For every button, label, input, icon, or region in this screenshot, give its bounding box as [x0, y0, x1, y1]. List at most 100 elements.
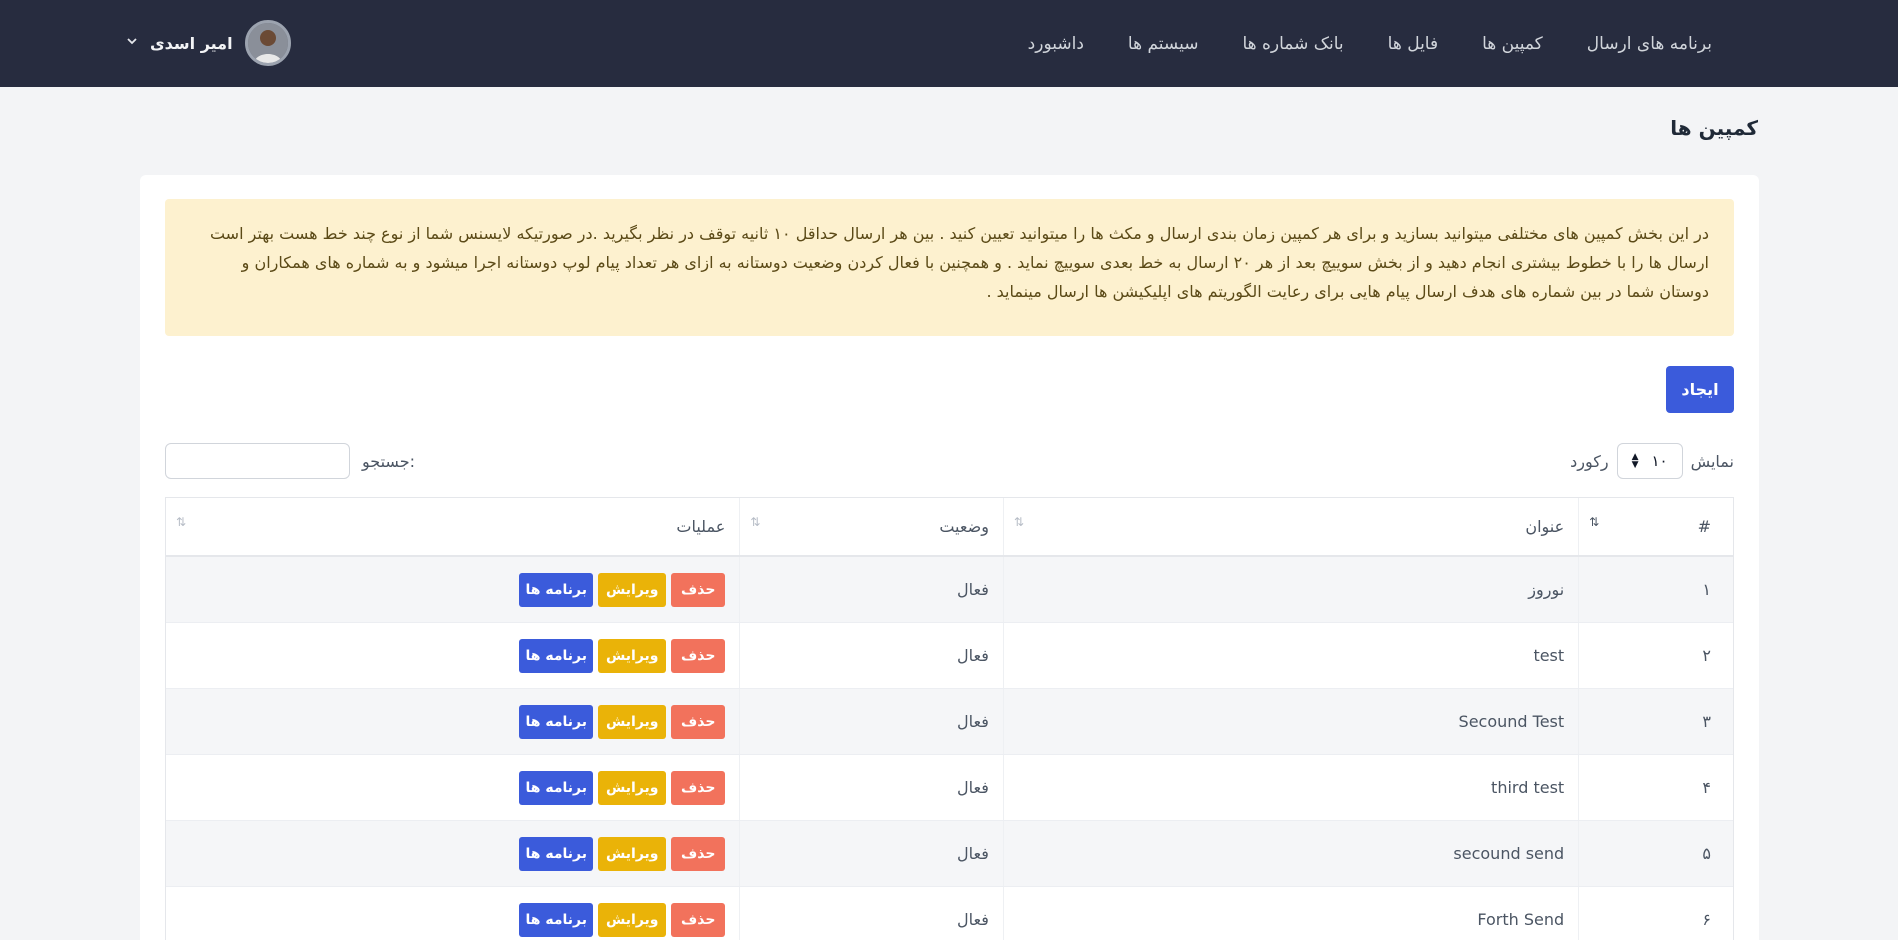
table-body: ۱ نوروز فعال حذف ویرایش برنامه ها ۲ test… — [166, 557, 1733, 940]
row-num: ۳ — [1702, 712, 1711, 731]
table-row: ۶ Forth Send فعال حذف ویرایش برنامه ها — [166, 887, 1733, 940]
header-num-label: # — [1697, 517, 1711, 536]
row-status: فعال — [957, 778, 989, 797]
page-length-control: نمایش ▲ ▼ ۱۰ رکورد — [1570, 443, 1734, 479]
cell-status: فعال — [739, 821, 1003, 886]
delete-button[interactable]: حذف — [671, 638, 726, 673]
cell-status: فعال — [739, 755, 1003, 820]
row-actions: حذف ویرایش برنامه ها — [519, 638, 726, 673]
programs-button[interactable]: برنامه ها — [519, 770, 594, 805]
cell-num: ۶ — [1578, 887, 1733, 940]
cell-status: فعال — [739, 623, 1003, 688]
row-num: ۱ — [1702, 580, 1711, 599]
chevron-down-icon[interactable] — [126, 35, 138, 51]
programs-button[interactable]: برنامه ها — [519, 572, 594, 607]
table-row: ۱ نوروز فعال حذف ویرایش برنامه ها — [166, 557, 1733, 623]
show-label: نمایش — [1690, 451, 1734, 471]
header-title-label: عنوان — [1525, 517, 1565, 536]
row-actions: حذف ویرایش برنامه ها — [519, 770, 726, 805]
programs-button[interactable]: برنامه ها — [519, 638, 594, 673]
nav-send-programs[interactable]: برنامه های ارسال — [1587, 34, 1712, 54]
avatar[interactable] — [244, 20, 291, 66]
page-title: کمپین ها — [1670, 116, 1758, 140]
nav-systems[interactable]: سیستم ها — [1128, 34, 1199, 54]
nav-campaigns[interactable]: کمپین ها — [1482, 34, 1543, 54]
edit-button[interactable]: ویرایش — [598, 704, 667, 739]
header-ops[interactable]: عملیات ⇅ — [166, 498, 739, 555]
cell-ops: حذف ویرایش برنامه ها — [166, 755, 739, 820]
programs-button[interactable]: برنامه ها — [519, 902, 594, 937]
user-name[interactable]: امیر اسدی — [150, 34, 233, 53]
cell-num: ۳ — [1578, 689, 1733, 754]
row-title: نوروز — [1528, 580, 1565, 599]
cell-title: نوروز — [1002, 557, 1578, 622]
info-alert: در این بخش کمپین های مختلفی میتوانید بسا… — [165, 199, 1734, 336]
row-num: ۴ — [1702, 778, 1711, 797]
table-row: ۳ Secound Test فعال حذف ویرایش برنامه ها — [166, 689, 1733, 755]
row-title: Secound Test — [1458, 712, 1565, 731]
nav-number-bank[interactable]: بانک شماره ها — [1242, 34, 1343, 54]
cell-num: ۴ — [1578, 755, 1733, 820]
page-length-value: ۱۰ — [1651, 452, 1668, 470]
programs-button[interactable]: برنامه ها — [519, 704, 594, 739]
page-length-select[interactable]: ▲ ▼ ۱۰ — [1616, 443, 1683, 479]
delete-button[interactable]: حذف — [671, 704, 726, 739]
edit-button[interactable]: ویرایش — [598, 572, 667, 607]
row-num: ۲ — [1702, 646, 1711, 665]
header-status[interactable]: وضعیت ⇅ — [739, 498, 1003, 555]
search-label: جستجو: — [362, 451, 415, 471]
search-input[interactable] — [165, 443, 350, 479]
row-status: فعال — [957, 844, 989, 863]
row-status: فعال — [957, 712, 989, 731]
sort-icon[interactable]: ⇅ — [176, 515, 186, 529]
create-button[interactable]: ایجاد — [1666, 366, 1734, 413]
content-card: در این بخش کمپین های مختلفی میتوانید بسا… — [140, 175, 1759, 940]
header-title[interactable]: عنوان ⇅ — [1002, 498, 1578, 555]
edit-button[interactable]: ویرایش — [598, 638, 667, 673]
row-title: Forth Send — [1477, 910, 1565, 929]
cell-ops: حذف ویرایش برنامه ها — [166, 821, 739, 886]
edit-button[interactable]: ویرایش — [598, 770, 667, 805]
table-row: ۵ secound send فعال حذف ویرایش برنامه ها — [166, 821, 1733, 887]
delete-button[interactable]: حذف — [671, 836, 726, 871]
programs-button[interactable]: برنامه ها — [519, 836, 594, 871]
nav-files[interactable]: فایل ها — [1388, 34, 1438, 54]
row-status: فعال — [957, 580, 989, 599]
search-control: جستجو: — [165, 443, 415, 479]
header-status-label: وضعیت — [939, 517, 989, 536]
row-actions: حذف ویرایش برنامه ها — [519, 572, 726, 607]
top-navbar: داشبورد سیستم ها بانک شماره ها فایل ها ک… — [0, 0, 1898, 87]
row-actions: حذف ویرایش برنامه ها — [519, 836, 726, 871]
delete-button[interactable]: حذف — [671, 902, 726, 937]
table-header: # ⇅ عنوان ⇅ وضعیت ⇅ عملیات ⇅ — [166, 498, 1733, 557]
row-status: فعال — [957, 910, 989, 929]
cell-ops: حذف ویرایش برنامه ها — [166, 887, 739, 940]
campaigns-table: # ⇅ عنوان ⇅ وضعیت ⇅ عملیات ⇅ ۱ نوروز فعا… — [165, 497, 1734, 940]
edit-button[interactable]: ویرایش — [598, 836, 667, 871]
table-row: ۴ third test فعال حذف ویرایش برنامه ها — [166, 755, 1733, 821]
cell-status: فعال — [739, 887, 1003, 940]
sort-icon[interactable]: ⇅ — [750, 515, 760, 529]
nav-dashboard[interactable]: داشبورد — [1028, 34, 1084, 54]
sort-icon[interactable]: ⇅ — [1589, 515, 1599, 529]
sort-icon[interactable]: ⇅ — [1014, 515, 1024, 529]
edit-button[interactable]: ویرایش — [598, 902, 667, 937]
main-nav: داشبورد سیستم ها بانک شماره ها فایل ها ک… — [1028, 0, 1712, 87]
cell-title: Forth Send — [1002, 887, 1578, 940]
records-label: رکورد — [1570, 451, 1609, 471]
user-menu[interactable]: امیر اسدی — [126, 20, 291, 66]
cell-title: secound send — [1002, 821, 1578, 886]
row-title: secound send — [1453, 844, 1565, 863]
row-num: ۵ — [1702, 844, 1711, 863]
row-actions: حذف ویرایش برنامه ها — [519, 902, 726, 937]
header-ops-label: عملیات — [676, 517, 726, 536]
cell-ops: حذف ویرایش برنامه ها — [166, 623, 739, 688]
row-num: ۶ — [1702, 910, 1711, 929]
header-num[interactable]: # ⇅ — [1578, 498, 1733, 555]
row-title: test — [1533, 646, 1565, 665]
cell-ops: حذف ویرایش برنامه ها — [166, 557, 739, 622]
delete-button[interactable]: حذف — [671, 770, 726, 805]
cell-title: test — [1002, 623, 1578, 688]
cell-num: ۵ — [1578, 821, 1733, 886]
delete-button[interactable]: حذف — [671, 572, 726, 607]
